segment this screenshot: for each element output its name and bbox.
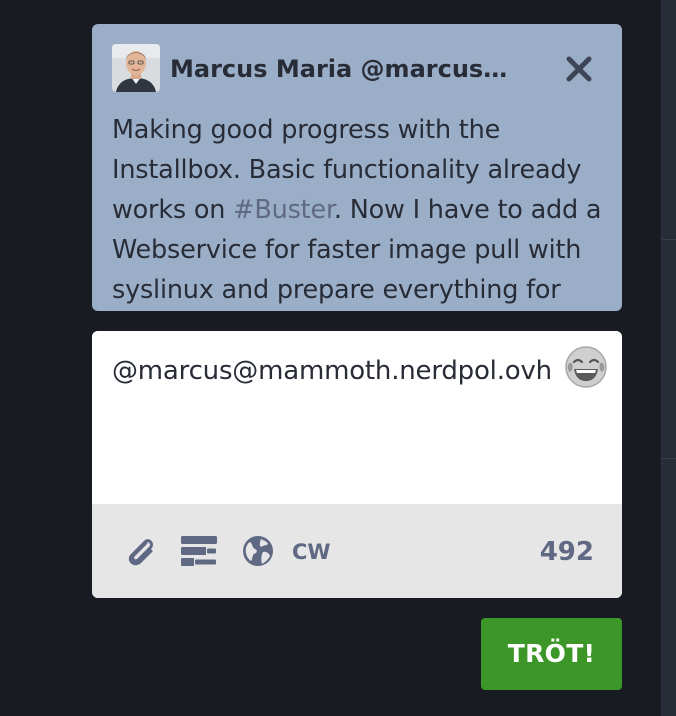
reply-display-name[interactable]: Marcus Maria @marcus@…: [170, 54, 510, 84]
close-icon[interactable]: [564, 54, 594, 84]
column-divider: [662, 239, 676, 240]
character-counter: 492: [539, 537, 594, 567]
content-warning-button[interactable]: CW: [292, 540, 331, 564]
emoji-tears-of-joy-icon[interactable]: [564, 345, 608, 389]
compose-panel: Marcus Maria @marcus@… Making good progr…: [0, 0, 676, 716]
reply-indicator: Marcus Maria @marcus@… Making good progr…: [92, 24, 622, 311]
compose-text[interactable]: @marcus@mammoth.nerdpol.ovh: [112, 351, 552, 391]
compose-form: @marcus@mammoth.nerdpol.ovh CW 492: [92, 331, 622, 598]
column-divider: [662, 458, 676, 459]
reply-header: Marcus Maria @marcus@…: [112, 44, 602, 92]
hashtag-link[interactable]: #Buster: [233, 195, 334, 225]
publish-button[interactable]: TRÖT!: [481, 618, 622, 690]
paperclip-icon[interactable]: [122, 533, 158, 569]
avatar[interactable]: [112, 44, 160, 92]
compose-textarea[interactable]: @marcus@mammoth.nerdpol.ovh: [92, 331, 622, 504]
globe-icon[interactable]: [240, 533, 276, 569]
column-edge: [661, 0, 676, 716]
reply-content: Making good progress with the Installbox…: [112, 110, 607, 310]
poll-icon[interactable]: [180, 533, 218, 569]
compose-toolbar: CW 492: [92, 504, 622, 598]
